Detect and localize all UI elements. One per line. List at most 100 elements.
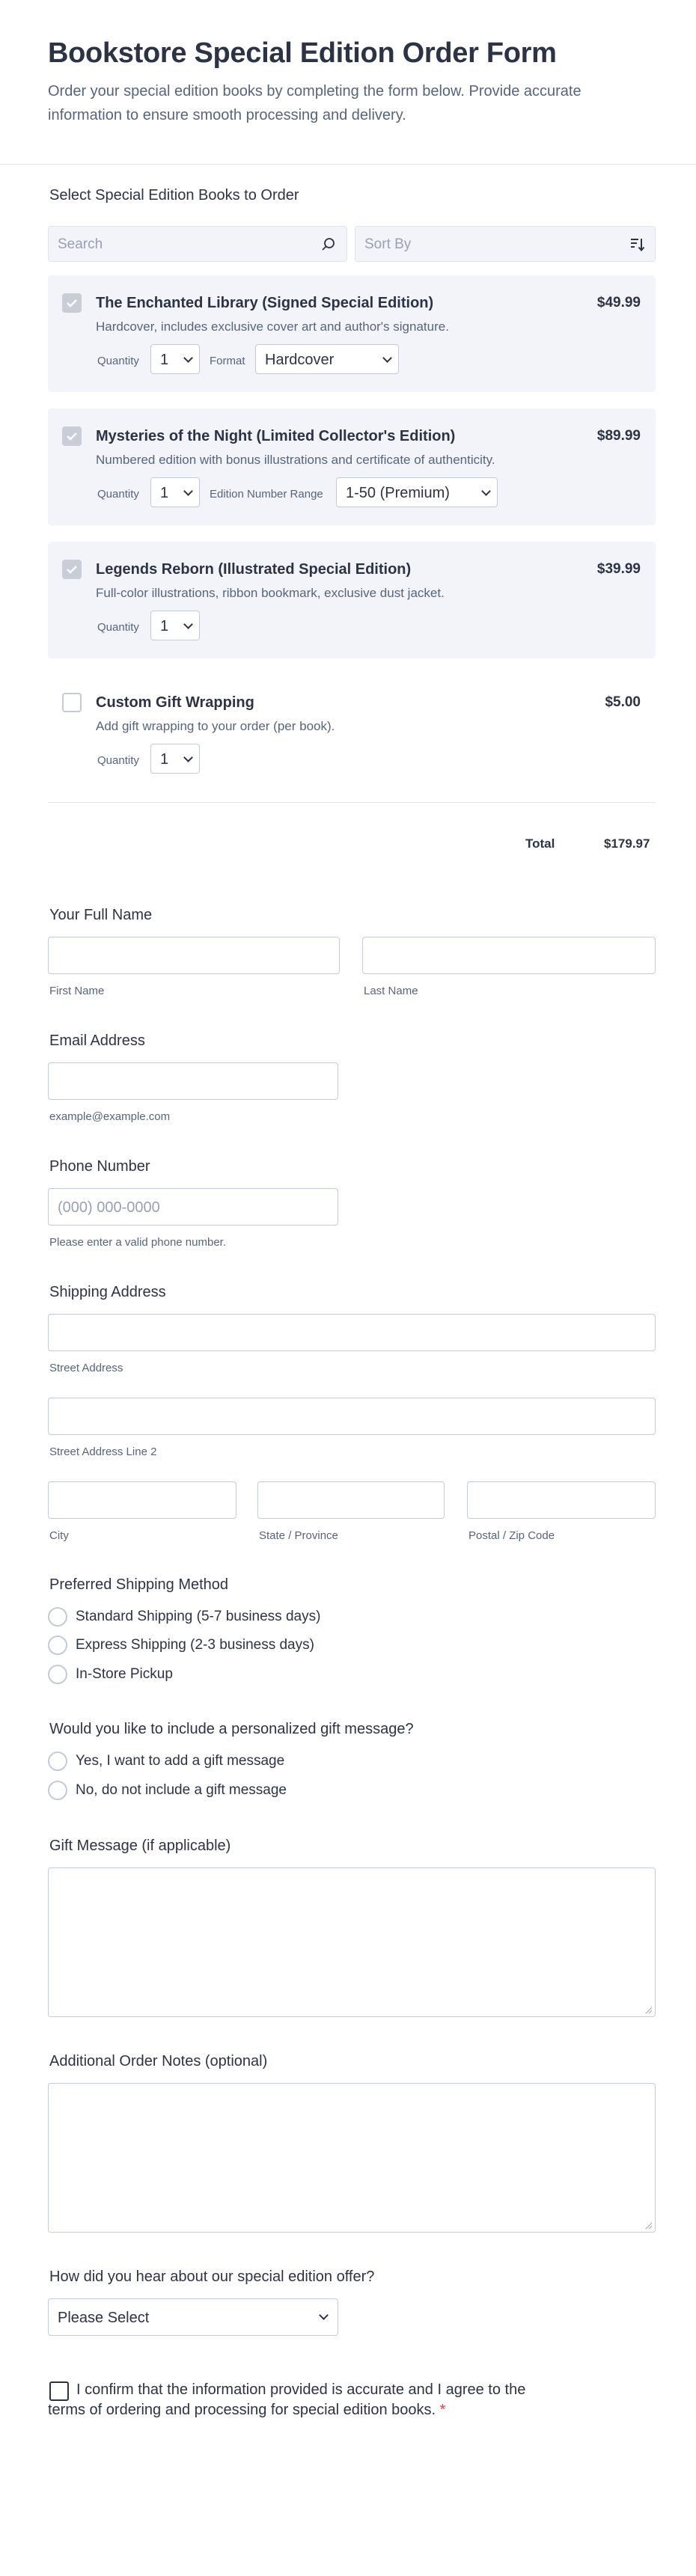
gift-yes-label[interactable]: Yes, I want to add a gift message bbox=[76, 1753, 284, 1769]
product-name: Legends Reborn (Illustrated Special Edit… bbox=[96, 561, 412, 578]
gift-question-label: Would you like to include a personalized… bbox=[49, 1721, 414, 1737]
street-address-line2-input[interactable] bbox=[48, 1398, 656, 1435]
chevron-down-icon bbox=[183, 619, 193, 629]
edition-range-select[interactable]: 1-50 (Premium) bbox=[336, 477, 498, 507]
check-icon bbox=[67, 566, 77, 574]
page-title: Bookstore Special Edition Order Form bbox=[48, 37, 557, 69]
quantity-select[interactable]: 1 bbox=[150, 344, 200, 374]
product-description: Hardcover, includes exclusive cover art … bbox=[96, 319, 449, 334]
edition-range-label: Edition Number Range bbox=[210, 488, 323, 501]
first-name-input[interactable] bbox=[48, 937, 340, 974]
header-divider bbox=[0, 164, 696, 165]
quantity-select[interactable]: 1 bbox=[150, 477, 200, 507]
last-name-sublabel: Last Name bbox=[364, 985, 418, 997]
product-description: Add gift wrapping to your order (per boo… bbox=[96, 719, 335, 733]
order-notes-textarea[interactable] bbox=[48, 2083, 656, 2233]
phone-input[interactable]: (000) 000-0000 bbox=[48, 1188, 338, 1226]
first-name-sublabel: First Name bbox=[49, 985, 105, 997]
phone-placeholder: (000) 000-0000 bbox=[58, 1199, 160, 1216]
shipping-express-label[interactable]: Express Shipping (2-3 business days) bbox=[76, 1637, 314, 1653]
product-card[interactable]: The Enchanted Library (Signed Special Ed… bbox=[48, 275, 656, 392]
product-card[interactable]: Legends Reborn (Illustrated Special Edit… bbox=[48, 542, 656, 658]
state-input[interactable] bbox=[257, 1481, 445, 1519]
quantity-select[interactable]: 1 bbox=[150, 611, 200, 640]
format-select[interactable]: Hardcover bbox=[255, 344, 399, 374]
product-price: $39.99 bbox=[596, 561, 641, 577]
product-name: Mysteries of the Night (Limited Collecto… bbox=[96, 428, 456, 444]
state-sublabel: State / Province bbox=[259, 1529, 338, 1542]
resize-handle-icon[interactable] bbox=[645, 2222, 653, 2230]
shipping-express-radio[interactable] bbox=[48, 1636, 67, 1655]
last-name-input[interactable] bbox=[362, 937, 656, 974]
product-card[interactable]: Custom Gift Wrapping $5.00 Add gift wrap… bbox=[48, 675, 656, 792]
confirm-text-line2-content: terms of ordering and processing for spe… bbox=[48, 2402, 436, 2418]
gift-yes-radio[interactable] bbox=[48, 1752, 67, 1771]
format-label: Format bbox=[210, 355, 245, 367]
product-description: Numbered edition with bonus illustration… bbox=[96, 453, 495, 467]
gift-message-label: Gift Message (if applicable) bbox=[49, 1838, 231, 1854]
phone-label: Phone Number bbox=[49, 1158, 150, 1175]
edition-range-value: 1-50 (Premium) bbox=[346, 485, 450, 501]
email-sublabel: example@example.com bbox=[49, 1110, 171, 1123]
quantity-value: 1 bbox=[160, 352, 169, 368]
order-notes-label: Additional Order Notes (optional) bbox=[49, 2053, 268, 2069]
gift-no-label[interactable]: No, do not include a gift message bbox=[76, 1782, 287, 1799]
gift-no-radio[interactable] bbox=[48, 1781, 67, 1800]
page-subtitle: Order your special edition books by comp… bbox=[48, 83, 581, 123]
shipping-method-label: Preferred Shipping Method bbox=[49, 1576, 229, 1593]
chevron-down-icon bbox=[183, 753, 193, 762]
product-price: $5.00 bbox=[605, 694, 641, 710]
check-icon bbox=[67, 299, 77, 308]
zip-input[interactable] bbox=[467, 1481, 656, 1519]
shipping-standard-label[interactable]: Standard Shipping (5-7 business days) bbox=[76, 1609, 320, 1625]
shipping-standard-radio[interactable] bbox=[48, 1607, 67, 1627]
confirm-text-line2: terms of ordering and processing for spe… bbox=[48, 2402, 445, 2419]
product-checkbox[interactable] bbox=[62, 293, 82, 313]
chevron-down-icon bbox=[481, 486, 491, 496]
city-input[interactable] bbox=[48, 1481, 236, 1519]
search-placeholder: Search bbox=[58, 236, 103, 252]
quantity-value: 1 bbox=[160, 751, 169, 768]
product-checkbox[interactable] bbox=[62, 560, 82, 579]
quantity-label: Quantity bbox=[97, 754, 139, 767]
product-description: Full-color illustrations, ribbon bookmar… bbox=[96, 586, 445, 600]
full-name-label: Your Full Name bbox=[49, 907, 153, 923]
shipping-pickup-label[interactable]: In-Store Pickup bbox=[76, 1666, 173, 1683]
required-asterisk: * bbox=[439, 2402, 446, 2418]
quantity-select[interactable]: 1 bbox=[150, 744, 200, 774]
sort-placeholder: Sort By bbox=[364, 236, 412, 252]
address-label: Shipping Address bbox=[49, 1284, 166, 1300]
resize-handle-icon[interactable] bbox=[645, 2007, 653, 2014]
email-label: Email Address bbox=[49, 1032, 145, 1049]
product-price: $89.99 bbox=[596, 428, 641, 444]
product-search-input[interactable]: Search bbox=[48, 226, 347, 262]
phone-sublabel: Please enter a valid phone number. bbox=[49, 1236, 226, 1249]
product-name: Custom Gift Wrapping bbox=[96, 694, 254, 711]
street-address-line2-sublabel: Street Address Line 2 bbox=[49, 1445, 157, 1458]
gift-message-textarea[interactable] bbox=[48, 1867, 656, 2017]
street-address-input[interactable] bbox=[48, 1314, 656, 1351]
referral-value: Please Select bbox=[58, 2310, 150, 2326]
format-value: Hardcover bbox=[265, 352, 335, 368]
product-name: The Enchanted Library (Signed Special Ed… bbox=[96, 295, 434, 311]
quantity-label: Quantity bbox=[97, 621, 139, 634]
sort-by-select[interactable]: Sort By bbox=[355, 226, 656, 262]
quantity-value: 1 bbox=[160, 618, 169, 634]
shipping-pickup-radio[interactable] bbox=[48, 1665, 67, 1684]
quantity-value: 1 bbox=[160, 485, 169, 501]
street-address-sublabel: Street Address bbox=[49, 1362, 123, 1374]
product-checkbox[interactable] bbox=[62, 693, 82, 712]
search-icon bbox=[322, 238, 335, 251]
referral-select[interactable]: Please Select bbox=[48, 2298, 338, 2336]
product-card[interactable]: Mysteries of the Night (Limited Collecto… bbox=[48, 409, 656, 525]
confirm-checkbox[interactable] bbox=[49, 2381, 69, 2401]
total-value: $179.97 bbox=[604, 836, 650, 851]
quantity-label: Quantity bbox=[97, 355, 139, 367]
chevron-down-icon bbox=[382, 353, 392, 363]
products-label: Select Special Edition Books to Order bbox=[49, 187, 299, 204]
total-label: Total bbox=[525, 836, 555, 851]
total-divider bbox=[48, 802, 656, 803]
email-input[interactable] bbox=[48, 1062, 338, 1100]
zip-sublabel: Postal / Zip Code bbox=[468, 1529, 555, 1542]
product-checkbox[interactable] bbox=[62, 426, 82, 446]
